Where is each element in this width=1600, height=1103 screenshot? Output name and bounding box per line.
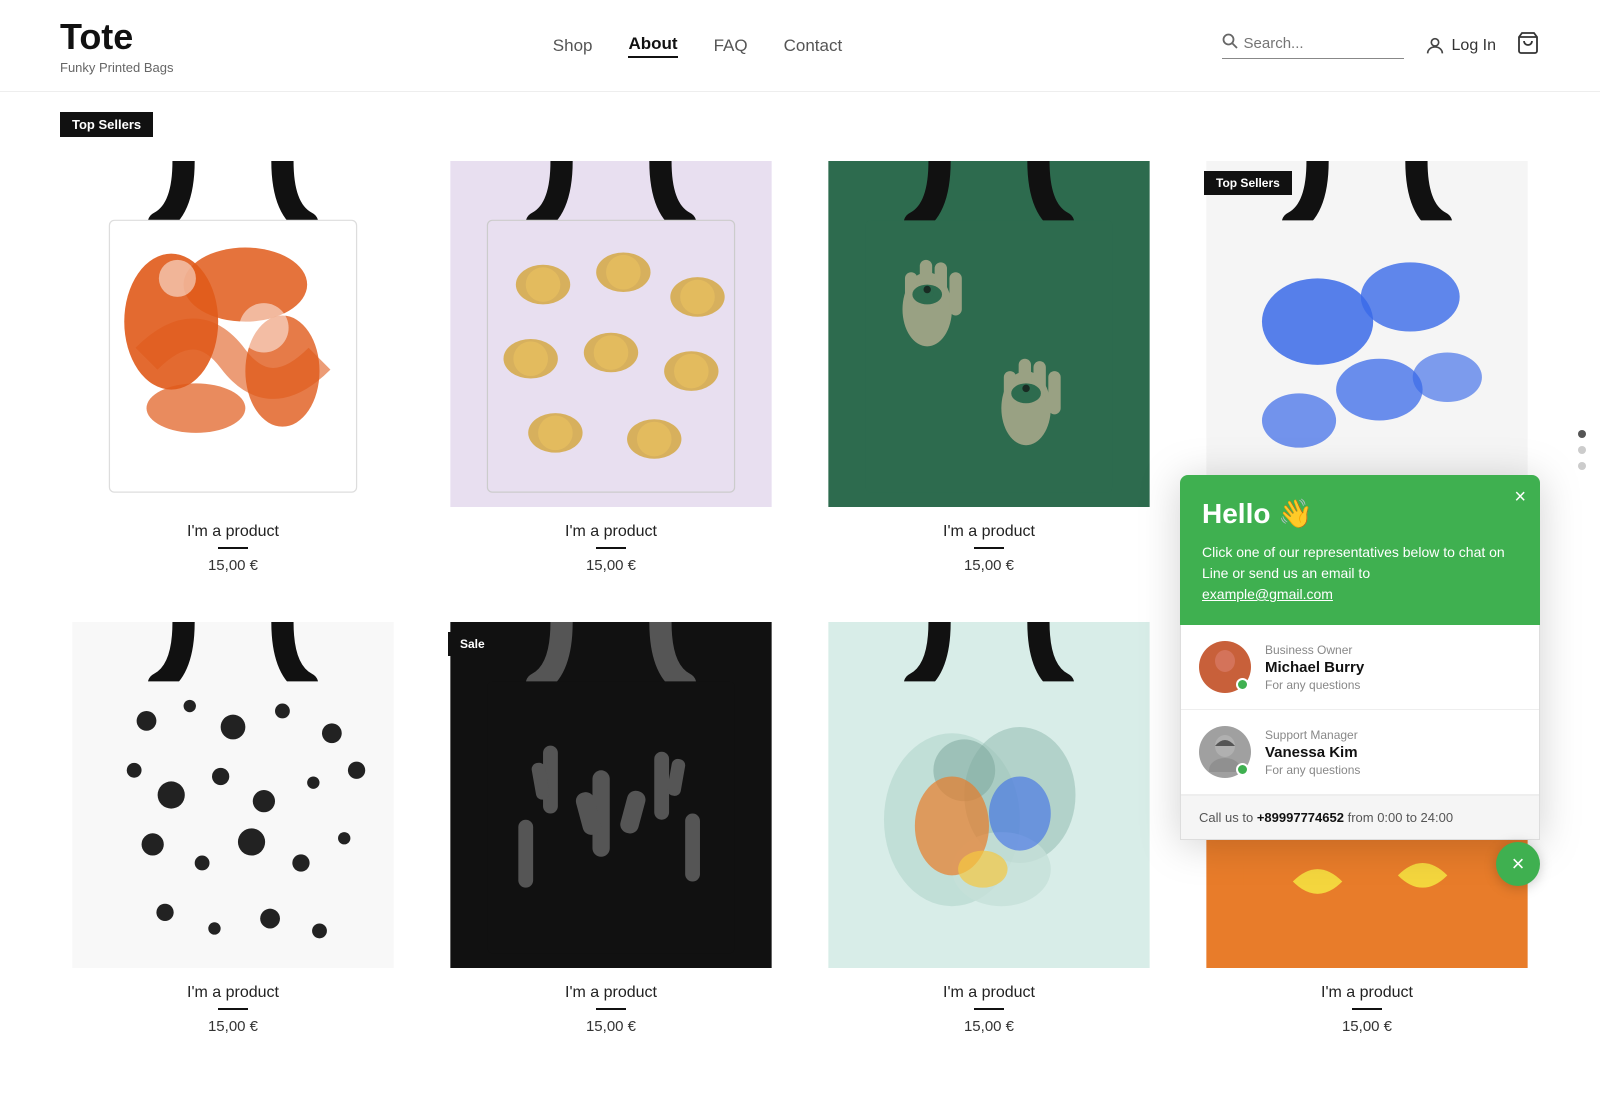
agent-tagline-1: For any questions: [1265, 678, 1521, 692]
product-image-wrap: [816, 622, 1162, 968]
product-image-wrap: [60, 161, 406, 507]
product-card[interactable]: I'm a product 15,00 €: [816, 161, 1162, 574]
product-divider: [1352, 1008, 1382, 1010]
agent-role-1: Business Owner: [1265, 643, 1521, 657]
product-info: I'm a product 15,00 €: [816, 523, 1162, 574]
main-nav: Shop About FAQ Contact: [553, 34, 842, 58]
scroll-dot: [1578, 430, 1586, 438]
product-name: I'm a product: [1194, 984, 1540, 1002]
product-image-wrap: Sale: [438, 622, 784, 968]
product-info: I'm a product 15,00 €: [60, 523, 406, 574]
product-price: 15,00 €: [816, 1018, 1162, 1035]
agent-role-2: Support Manager: [1265, 728, 1521, 742]
product-divider: [218, 1008, 248, 1010]
chat-header: × Hello 👋 Click one of our representativ…: [1180, 475, 1540, 625]
chat-email-link[interactable]: example@gmail.com: [1202, 586, 1333, 602]
product-info: I'm a product 15,00 €: [816, 984, 1162, 1035]
product-card[interactable]: I'm a product 15,00 €: [816, 622, 1162, 1035]
product-divider: [596, 1008, 626, 1010]
product-name: I'm a product: [60, 984, 406, 1002]
product-name: I'm a product: [438, 523, 784, 541]
search-icon: [1222, 33, 1238, 54]
search-container[interactable]: [1222, 33, 1404, 59]
product-name: I'm a product: [60, 523, 406, 541]
agent-avatar-wrap-1: [1199, 641, 1251, 693]
nav-about[interactable]: About: [628, 34, 677, 58]
product-card[interactable]: I'm a product 15,00 €: [60, 622, 406, 1035]
chat-hours: from 0:00 to 24:00: [1348, 810, 1454, 825]
product-info: I'm a product 15,00 €: [438, 984, 784, 1035]
chat-agent-1[interactable]: Business Owner Michael Burry For any que…: [1181, 625, 1539, 710]
product-price: 15,00 €: [438, 1018, 784, 1035]
nav-shop[interactable]: Shop: [553, 36, 593, 56]
chat-hello: Hello 👋: [1202, 497, 1518, 530]
product-image-wrap: [438, 161, 784, 507]
product-info: I'm a product 15,00 €: [1194, 984, 1540, 1035]
product-card[interactable]: I'm a product 15,00 €: [438, 161, 784, 574]
agent-tagline-2: For any questions: [1265, 763, 1521, 777]
agent-name-1: Michael Burry: [1265, 659, 1521, 676]
product-name: I'm a product: [438, 984, 784, 1002]
product-divider: [974, 547, 1004, 549]
brand-title: Tote: [60, 16, 173, 58]
product-card[interactable]: Sale I: [438, 622, 784, 1035]
product-image-wrap: Top Sellers: [1194, 161, 1540, 507]
chat-footer: Call us to +89997774652 from 0:00 to 24:…: [1181, 795, 1539, 839]
top-sellers-badge: Top Sellers: [60, 112, 153, 137]
product-name: I'm a product: [816, 984, 1162, 1002]
chat-phone: +89997774652: [1257, 810, 1344, 825]
product-card[interactable]: I'm a product 15,00 €: [60, 161, 406, 574]
scroll-dot: [1578, 446, 1586, 454]
login-label: Log In: [1452, 37, 1496, 55]
chat-close-button[interactable]: ×: [1514, 487, 1526, 507]
product-info: I'm a product 15,00 €: [438, 523, 784, 574]
agent-status-online-2: [1236, 763, 1249, 776]
product-divider: [596, 547, 626, 549]
brand-logo[interactable]: Tote Funky Printed Bags: [60, 16, 173, 75]
product-image-wrap: [60, 622, 406, 968]
cart-button[interactable]: [1516, 31, 1540, 61]
agent-status-online-1: [1236, 678, 1249, 691]
chat-description: Click one of our representatives below t…: [1202, 542, 1518, 605]
product-divider: [218, 547, 248, 549]
header-actions: Log In: [1222, 31, 1540, 61]
product-price: 15,00 €: [438, 557, 784, 574]
product-price: 15,00 €: [60, 557, 406, 574]
agent-name-2: Vanessa Kim: [1265, 744, 1521, 761]
sale-badge: Sale: [448, 632, 497, 656]
product-price: 15,00 €: [60, 1018, 406, 1035]
chat-description-text: Click one of our representatives below t…: [1202, 544, 1505, 581]
close-icon: ×: [1512, 851, 1525, 877]
chat-widget: × Hello 👋 Click one of our representativ…: [1180, 475, 1540, 840]
search-input[interactable]: [1244, 35, 1404, 52]
nav-faq[interactable]: FAQ: [714, 36, 748, 56]
product-price: 15,00 €: [1194, 1018, 1540, 1035]
chat-agent-2[interactable]: Support Manager Vanessa Kim For any ques…: [1181, 710, 1539, 795]
chat-footer-text: Call us to: [1199, 810, 1253, 825]
scroll-indicator: [1578, 430, 1586, 470]
agent-info-2: Support Manager Vanessa Kim For any ques…: [1265, 728, 1521, 777]
product-name: I'm a product: [816, 523, 1162, 541]
top-sellers-badge2: Top Sellers: [1204, 171, 1292, 195]
chat-minimize-button[interactable]: ×: [1496, 842, 1540, 886]
nav-contact[interactable]: Contact: [784, 36, 843, 56]
site-header: Tote Funky Printed Bags Shop About FAQ C…: [0, 0, 1600, 92]
product-image-wrap: [816, 161, 1162, 507]
brand-subtitle: Funky Printed Bags: [60, 60, 173, 75]
agent-avatar-wrap-2: [1199, 726, 1251, 778]
product-divider: [974, 1008, 1004, 1010]
login-button[interactable]: Log In: [1424, 35, 1496, 57]
product-info: I'm a product 15,00 €: [60, 984, 406, 1035]
chat-body: Business Owner Michael Burry For any que…: [1180, 625, 1540, 840]
scroll-dot: [1578, 462, 1586, 470]
product-price: 15,00 €: [816, 557, 1162, 574]
agent-info-1: Business Owner Michael Burry For any que…: [1265, 643, 1521, 692]
